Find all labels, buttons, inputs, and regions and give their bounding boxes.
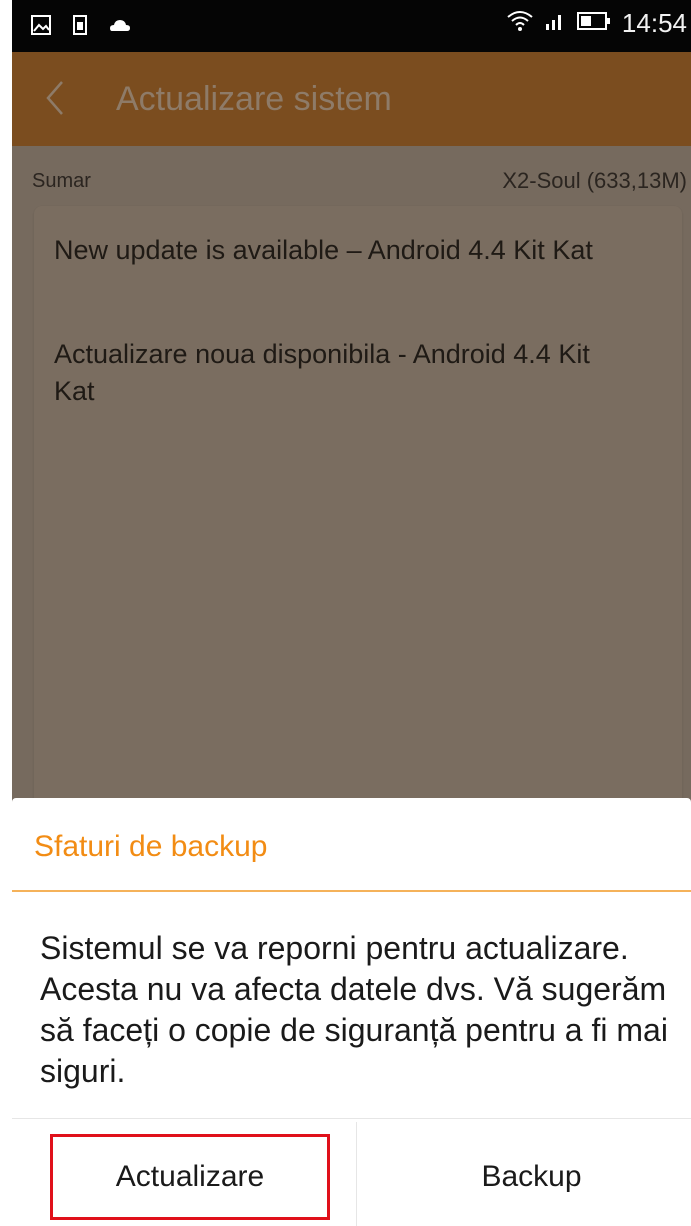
release-note-romanian: Actualizare noua disponibila - Android 4…: [54, 339, 590, 406]
cloud-icon: [108, 15, 132, 40]
app-bar: Actualizare sistem: [12, 52, 691, 146]
status-bar-right-icons: 14:54: [506, 8, 687, 39]
dialog-message: Sistemul se va reporni pentru actualizar…: [40, 930, 668, 1089]
release-note-english: New update is available – Android 4.4 Ki…: [54, 235, 593, 265]
wifi-icon: [506, 9, 534, 38]
summary-row: Sumar X2-Soul (633,13M): [12, 166, 691, 198]
backup-tips-dialog: Sfaturi de backup Sistemul se va reporni…: [12, 798, 691, 1226]
status-bar: 14:54: [12, 0, 691, 52]
phone-screen: 14:54 Actualizare sistem Sumar X2-Soul (…: [12, 0, 691, 1226]
battery-saver-icon: [72, 14, 88, 41]
dialog-title: Sfaturi de backup: [34, 830, 268, 863]
update-button[interactable]: Actualizare: [50, 1134, 330, 1220]
button-row-divider: [12, 1118, 691, 1119]
status-bar-left-icons: [30, 14, 132, 41]
signal-icon: [544, 10, 566, 37]
battery-icon: [576, 10, 612, 37]
image-icon: [30, 14, 52, 41]
dialog-title-divider: [12, 890, 691, 892]
chevron-left-icon[interactable]: [42, 78, 66, 123]
button-separator: [356, 1122, 357, 1226]
page-title: Actualizare sistem: [116, 80, 392, 118]
backup-button[interactable]: Backup: [372, 1134, 691, 1220]
summary-label: Sumar: [32, 170, 91, 192]
package-version-size: X2-Soul (633,13M): [502, 168, 687, 193]
status-time: 14:54: [621, 8, 687, 38]
